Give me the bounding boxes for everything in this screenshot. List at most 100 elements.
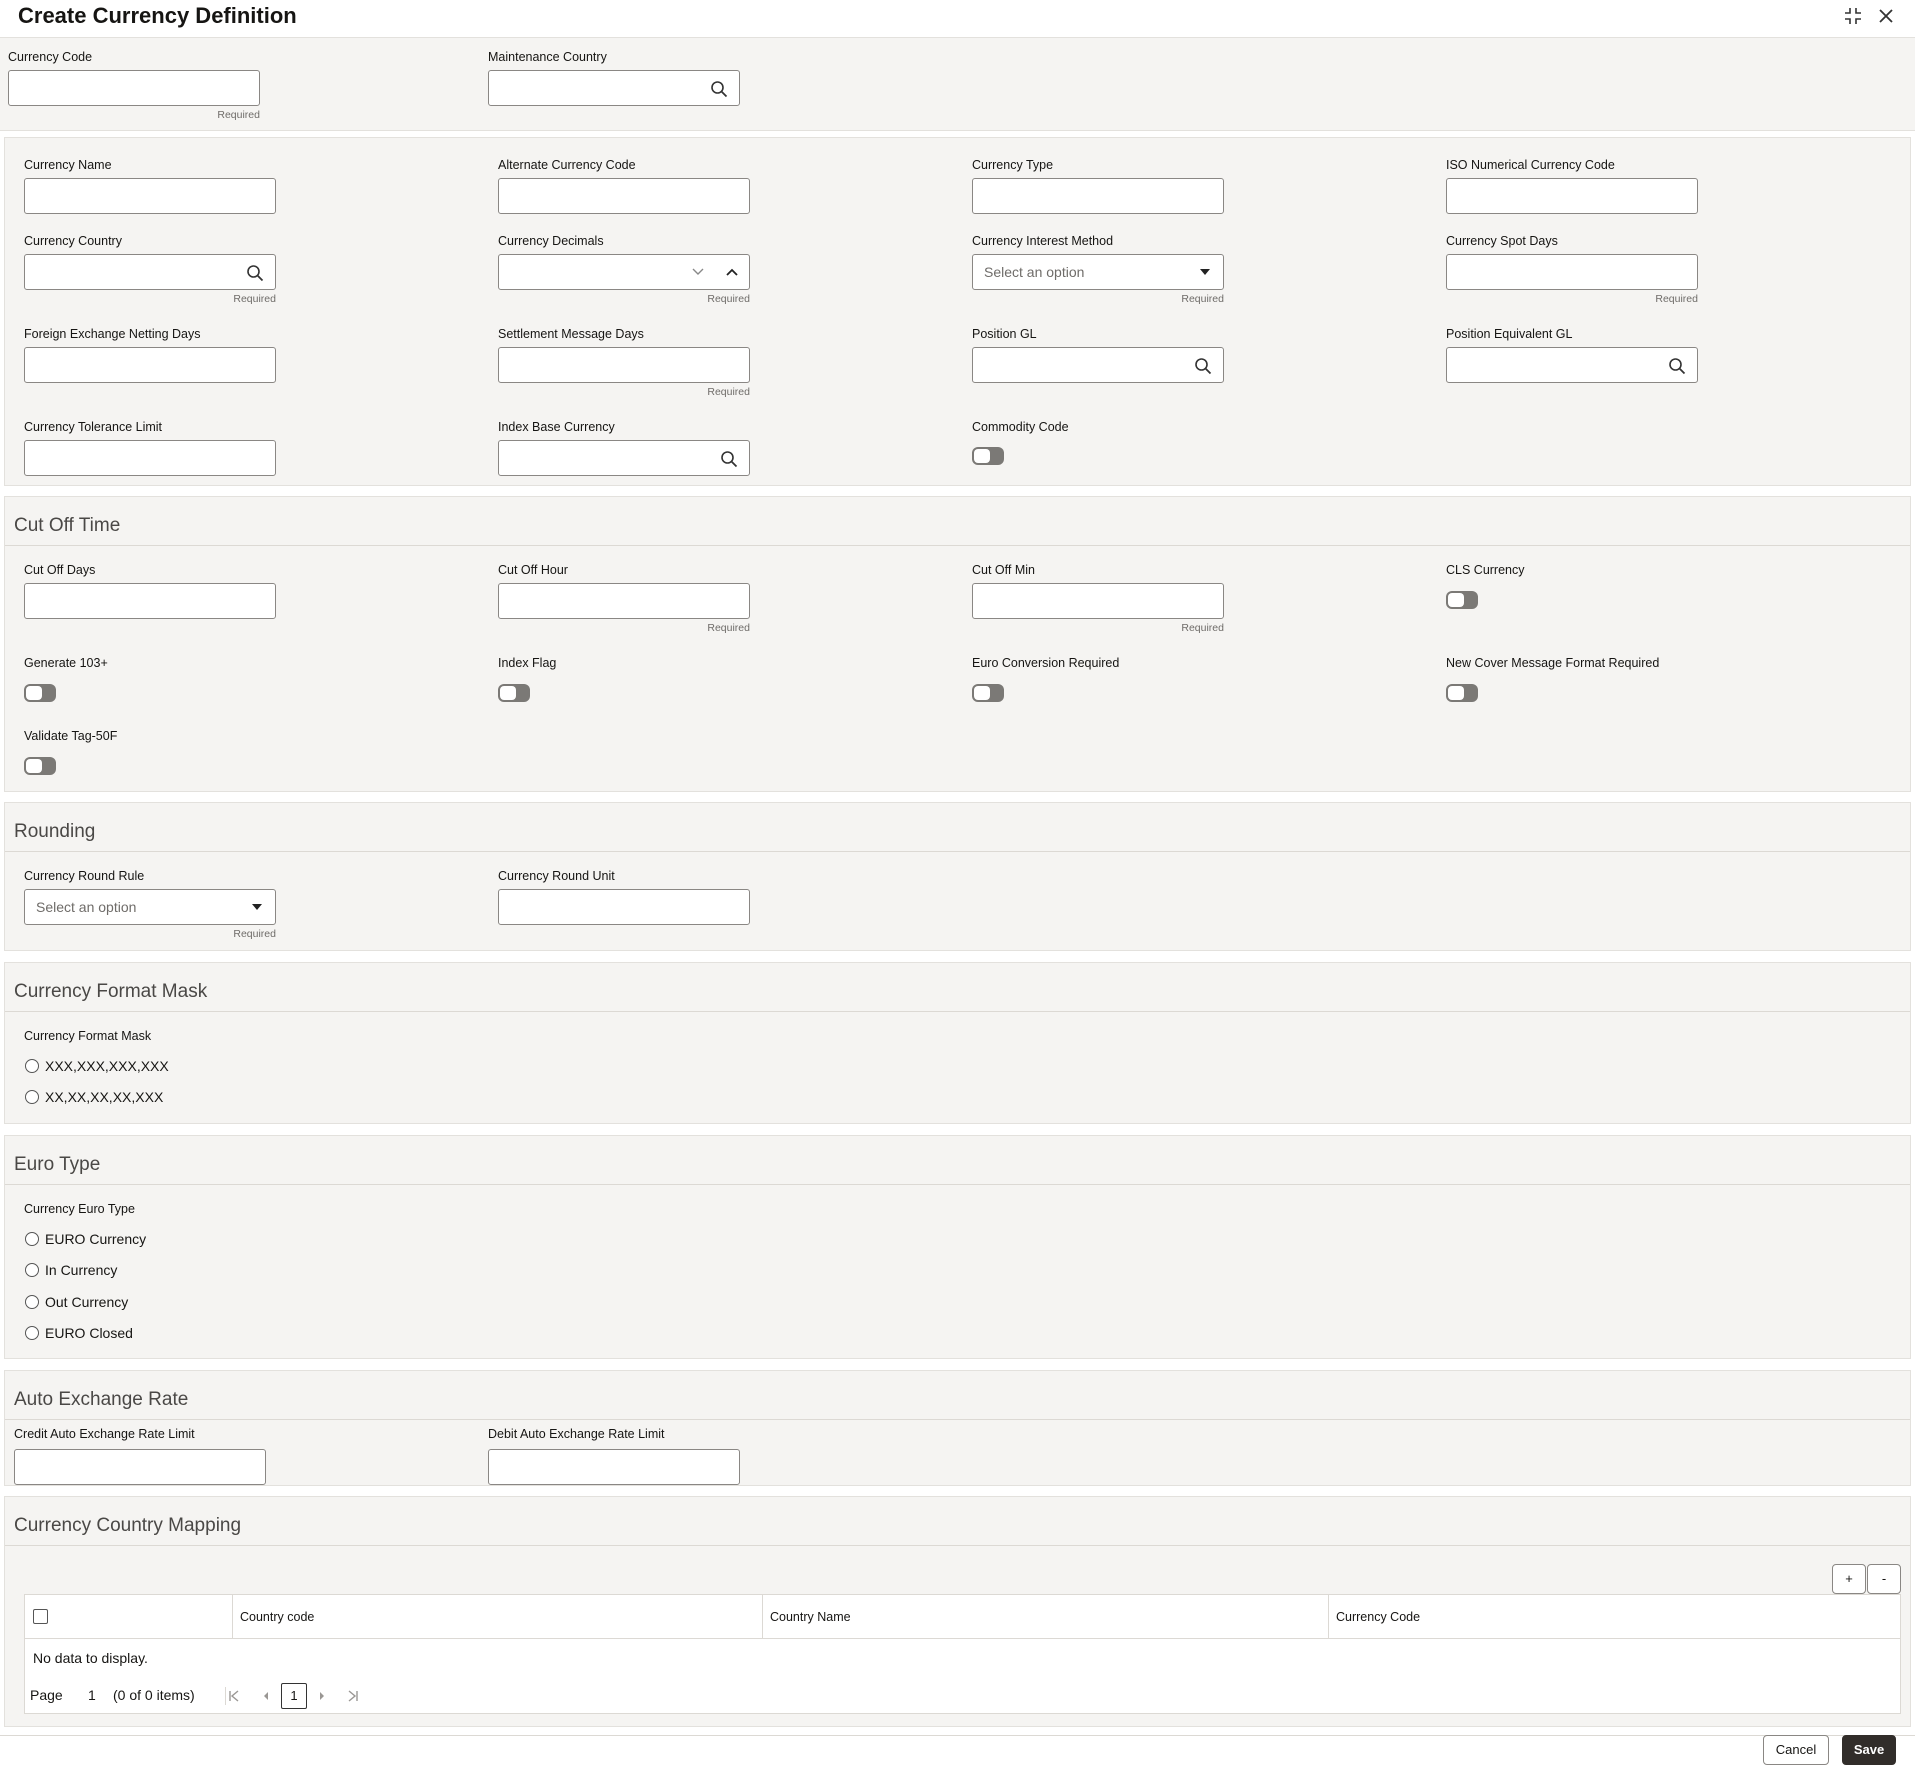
required-hint: Required (707, 386, 750, 398)
search-icon[interactable] (720, 450, 738, 468)
currency-spot-days-label: Currency Spot Days (1446, 234, 1558, 248)
currency-country-input[interactable] (24, 254, 276, 290)
position-equivalent-gl-input[interactable] (1446, 347, 1698, 383)
index-base-currency-label: Index Base Currency (498, 420, 615, 434)
currency-decimals-label: Currency Decimals (498, 234, 604, 248)
euro-conversion-toggle[interactable] (972, 684, 1004, 702)
euro-conversion-label: Euro Conversion Required (972, 656, 1120, 670)
cancel-button[interactable]: Cancel (1763, 1735, 1829, 1765)
generate-103-toggle[interactable] (24, 684, 56, 702)
caret-down-icon (1200, 269, 1210, 275)
format-mask-radio-2[interactable] (25, 1090, 39, 1104)
column-header-country-name[interactable]: Country Name (770, 1610, 851, 1624)
search-icon[interactable] (1668, 357, 1686, 375)
cls-currency-toggle[interactable] (1446, 591, 1478, 609)
required-hint: Required (707, 622, 750, 634)
round-unit-input[interactable] (498, 889, 750, 925)
pagination-bar: Page 1 (0 of 0 items) 1 (25, 1677, 1900, 1713)
debit-limit-label: Debit Auto Exchange Rate Limit (488, 1427, 665, 1441)
currency-interest-method-select[interactable]: Select an option (972, 254, 1224, 290)
close-icon[interactable] (1875, 5, 1897, 27)
index-flag-label: Index Flag (498, 656, 557, 670)
validate-tag-label: Validate Tag-50F (24, 729, 118, 743)
fx-netting-days-input[interactable] (24, 347, 276, 383)
cut-off-min-input[interactable] (972, 583, 1224, 619)
required-hint: Required (233, 928, 276, 940)
credit-limit-label: Credit Auto Exchange Rate Limit (14, 1427, 195, 1441)
column-header-currency-code[interactable]: Currency Code (1336, 1610, 1420, 1624)
round-rule-select[interactable]: Select an option (24, 889, 276, 925)
select-all-checkbox[interactable] (33, 1609, 48, 1624)
currency-details-panel: Currency Name Alternate Currency Code Cu… (4, 137, 1911, 486)
euro-type-option-2[interactable]: In Currency (45, 1262, 117, 1278)
add-row-button[interactable]: + (1832, 1564, 1866, 1594)
euro-type-radio-3[interactable] (25, 1295, 39, 1309)
cut-off-hour-input[interactable] (498, 583, 750, 619)
iso-numerical-code-input[interactable] (1446, 178, 1698, 214)
first-page-icon[interactable] (227, 1689, 241, 1703)
euro-type-radio-1[interactable] (25, 1232, 39, 1246)
cut-off-min-label: Cut Off Min (972, 563, 1035, 577)
section-divider (5, 1419, 1910, 1420)
index-base-currency-input[interactable] (498, 440, 750, 476)
format-mask-option-2[interactable]: XX,XX,XX,XX,XXX (45, 1089, 163, 1105)
cut-off-time-panel: Cut Off Time Cut Off Days Cut Off Hour R… (4, 496, 1911, 792)
chevron-up-icon[interactable] (725, 266, 739, 278)
page-number-input[interactable]: 1 (88, 1687, 96, 1703)
currency-code-input[interactable] (8, 70, 260, 106)
currency-type-input[interactable] (972, 178, 1224, 214)
euro-type-option-3[interactable]: Out Currency (45, 1294, 128, 1310)
cls-currency-label: CLS Currency (1446, 563, 1525, 577)
euro-type-radio-4[interactable] (25, 1326, 39, 1340)
validate-tag-toggle[interactable] (24, 757, 56, 775)
format-mask-option-1[interactable]: XXX,XXX,XXX,XXX (45, 1058, 169, 1074)
format-mask-radio-1[interactable] (25, 1059, 39, 1073)
currency-code-label: Currency Code (8, 50, 93, 64)
commodity-code-toggle[interactable] (972, 447, 1004, 465)
minimize-icon[interactable] (1842, 5, 1864, 27)
chevron-down-icon[interactable] (691, 266, 705, 278)
next-page-icon[interactable] (315, 1689, 329, 1703)
country-mapping-table: Country code Country Name Currency Code … (24, 1594, 1901, 1714)
settlement-message-days-label: Settlement Message Days (498, 327, 644, 341)
search-icon[interactable] (1194, 357, 1212, 375)
euro-type-option-1[interactable]: EURO Currency (45, 1231, 146, 1247)
column-header-country-code[interactable]: Country code (240, 1610, 314, 1624)
round-unit-label: Currency Round Unit (498, 869, 615, 883)
position-gl-input[interactable] (972, 347, 1224, 383)
alternate-currency-code-input[interactable] (498, 178, 750, 214)
last-page-icon[interactable] (346, 1689, 360, 1703)
current-page-button[interactable]: 1 (281, 1683, 307, 1709)
currency-name-input[interactable] (24, 178, 276, 214)
currency-spot-days-input[interactable] (1446, 254, 1698, 290)
section-divider (5, 1011, 1910, 1012)
remove-row-button[interactable]: - (1867, 1564, 1901, 1594)
search-icon[interactable] (710, 80, 728, 98)
auto-exchange-panel: Auto Exchange Rate Credit Auto Exchange … (4, 1370, 1911, 1486)
save-button[interactable]: Save (1842, 1735, 1896, 1765)
position-equivalent-gl-label: Position Equivalent GL (1446, 327, 1573, 341)
settlement-message-days-input[interactable] (498, 347, 750, 383)
new-cover-message-toggle[interactable] (1446, 684, 1478, 702)
credit-limit-input[interactable] (14, 1449, 266, 1485)
euro-type-option-4[interactable]: EURO Closed (45, 1325, 133, 1341)
euro-type-radio-2[interactable] (25, 1263, 39, 1277)
new-cover-message-label: New Cover Message Format Required (1446, 656, 1660, 670)
column-divider (232, 1595, 233, 1639)
items-count: (0 of 0 items) (113, 1687, 195, 1703)
section-title: Rounding (14, 821, 96, 842)
maintenance-country-input[interactable] (488, 70, 740, 106)
page-title: Create Currency Definition (18, 3, 297, 28)
cut-off-days-input[interactable] (24, 583, 276, 619)
debit-limit-input[interactable] (488, 1449, 740, 1485)
previous-page-icon[interactable] (259, 1689, 273, 1703)
column-divider (1328, 1595, 1329, 1639)
required-hint: Required (707, 293, 750, 305)
index-flag-toggle[interactable] (498, 684, 530, 702)
iso-numerical-code-label: ISO Numerical Currency Code (1446, 158, 1615, 172)
required-hint: Required (1181, 622, 1224, 634)
currency-tolerance-limit-input[interactable] (24, 440, 276, 476)
round-rule-label: Currency Round Rule (24, 869, 145, 883)
search-icon[interactable] (246, 264, 264, 282)
currency-decimals-stepper[interactable] (498, 254, 750, 290)
